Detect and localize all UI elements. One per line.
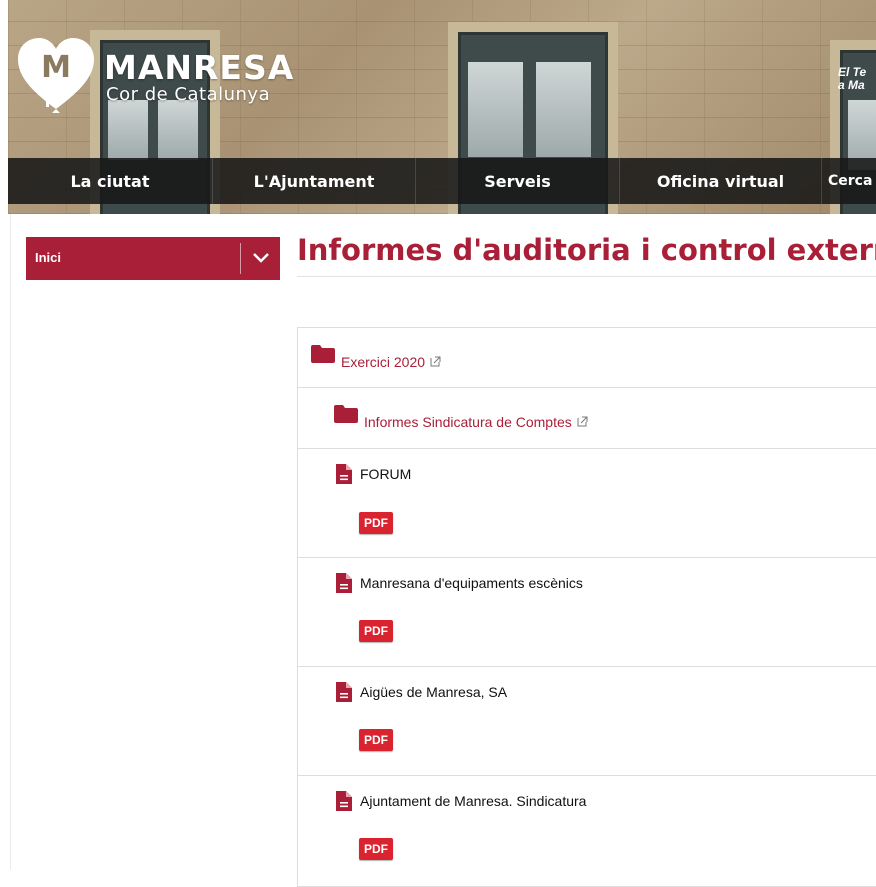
logo-subtitle: Cor de Catalunya (106, 84, 271, 105)
main-nav: La ciutat L'Ajuntament Serveis Oficina v… (8, 158, 876, 204)
folder-link-exercici-2020[interactable]: Exercici 2020 (341, 354, 441, 370)
folder-icon (311, 345, 335, 363)
chevron-down-icon[interactable] (252, 251, 270, 265)
external-link-icon (430, 356, 441, 367)
logo-title[interactable]: MANRESA (104, 48, 294, 87)
row-separator (297, 666, 876, 667)
file-icon (336, 464, 352, 484)
folder-label: Informes Sindicatura de Comptes (364, 414, 572, 430)
pdf-download-button[interactable]: PDF (359, 729, 393, 751)
file-name-manresana: Manresana d'equipaments escènics (360, 575, 583, 591)
site-header: M MANRESA Cor de Catalunya El Te a Ma La… (8, 0, 876, 214)
nav-item-serveis[interactable]: Serveis (416, 158, 620, 204)
file-icon (336, 682, 352, 702)
sidebar-inici-label: Inici (35, 250, 62, 265)
file-icon (336, 791, 352, 811)
file-icon (336, 573, 352, 593)
pdf-download-button[interactable]: PDF (359, 620, 393, 642)
nav-item-ajuntament[interactable]: L'Ajuntament (213, 158, 416, 204)
folder-label: Exercici 2020 (341, 354, 426, 370)
sidebar-divider (240, 243, 241, 274)
file-name-aigues: Aigües de Manresa, SA (360, 684, 508, 700)
row-separator (297, 448, 876, 449)
external-link-icon (577, 416, 588, 427)
pdf-download-button[interactable]: PDF (359, 838, 393, 860)
nav-item-cerca[interactable]: Cerca (822, 158, 876, 204)
row-separator (297, 557, 876, 558)
nav-item-oficina-virtual[interactable]: Oficina virtual (620, 158, 822, 204)
logo-letter: M (41, 50, 71, 85)
folder-icon (334, 405, 358, 423)
page-title: Informes d'auditoria i control extern (297, 233, 876, 267)
row-separator (297, 775, 876, 776)
file-name-forum: FORUM (360, 466, 412, 482)
sidebar-inici-dropdown[interactable]: Inici (26, 237, 280, 280)
file-name-ajuntament: Ajuntament de Manresa. Sindicatura (360, 793, 587, 809)
pdf-download-button[interactable]: PDF (359, 512, 393, 534)
title-divider (297, 276, 876, 277)
teaser-line-2: a Ma (838, 78, 865, 92)
page-left-border (10, 214, 11, 870)
nav-item-la-ciutat[interactable]: La ciutat (8, 158, 213, 204)
header-teaser[interactable]: El Te a Ma (838, 66, 866, 92)
folder-link-sindicatura[interactable]: Informes Sindicatura de Comptes (364, 414, 588, 430)
row-separator (297, 387, 876, 388)
